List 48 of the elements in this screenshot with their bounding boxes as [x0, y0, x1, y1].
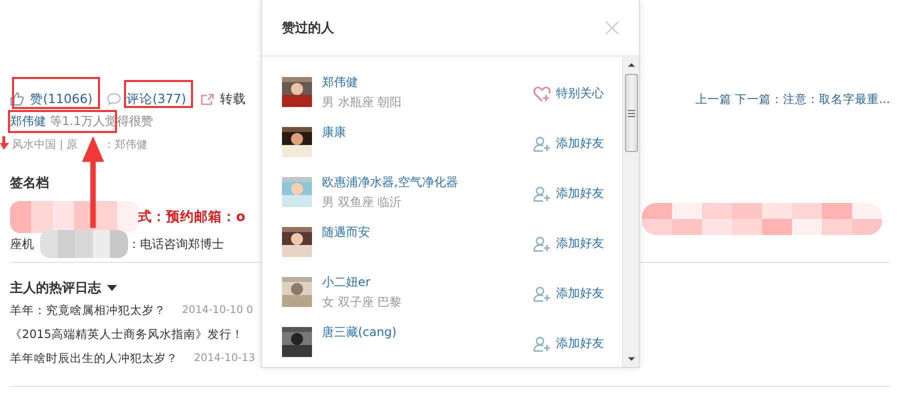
- speech-bubble-icon: [106, 92, 121, 106]
- signature-text: ：电话咨询郑博士: [128, 236, 224, 252]
- source-text: 风水中国 | 原: [11, 137, 78, 152]
- article-nav-link[interactable]: 上一篇 下一篇：注意：取名字最重...: [695, 92, 890, 106]
- post-link[interactable]: 《2015高端精英人士商务风水指南》发行！: [10, 326, 244, 342]
- comment-link[interactable]: 评论(377): [126, 90, 186, 108]
- user-name-link[interactable]: 小二妞er: [322, 274, 402, 291]
- add-friend-link[interactable]: 添加好友: [556, 185, 604, 202]
- heart-plus-icon: [533, 86, 551, 102]
- user-info: 女 双子座 巴黎: [322, 294, 402, 311]
- scroll-down-icon[interactable]: [628, 357, 634, 361]
- dropdown-caret-icon[interactable]: [107, 285, 117, 291]
- scrollbar[interactable]: [622, 57, 639, 367]
- user-name-link[interactable]: 康康: [322, 124, 346, 141]
- thumbs-up-icon: [10, 92, 24, 106]
- post-date: 2014-10-13: [194, 352, 256, 364]
- scroll-up-icon[interactable]: [628, 63, 634, 67]
- add-user-icon: [533, 236, 551, 252]
- user-name-link[interactable]: 唐三藏(cang): [322, 324, 397, 341]
- author-text: ：郑伟健: [104, 137, 148, 152]
- like-link[interactable]: 赞(11066): [30, 90, 93, 108]
- dialog-title: 赞过的人: [282, 20, 334, 36]
- user-info: 男 水瓶座 朝阳: [322, 94, 402, 111]
- signature-text: 式：预约邮箱：o: [138, 208, 246, 226]
- post-date: 2014-10-10 0: [182, 304, 254, 316]
- post-link[interactable]: 羊年：究竟啥属相冲犯太岁？: [10, 302, 166, 318]
- add-user-icon: [533, 186, 551, 202]
- signature-text: 座机: [10, 236, 34, 252]
- section-title: 主人的热评日志: [10, 280, 101, 297]
- user-name-link[interactable]: 随遇而安: [322, 224, 370, 241]
- user-link[interactable]: 郑伟健: [10, 113, 46, 130]
- share-link[interactable]: 转载: [220, 90, 246, 108]
- add-friend-link[interactable]: 添加好友: [556, 285, 604, 302]
- add-friend-link[interactable]: 添加好友: [556, 235, 604, 252]
- user-info: 男 双鱼座 临沂: [322, 194, 403, 211]
- user-name-link[interactable]: 欧惠浦净水器,空气净化器: [322, 174, 458, 191]
- add-user-icon: [533, 336, 551, 352]
- add-user-icon: [533, 136, 551, 152]
- share-icon: [200, 92, 214, 106]
- add-user-icon: [533, 286, 551, 302]
- post-link[interactable]: 羊年啥时辰出生的人冲犯太岁？: [10, 350, 178, 366]
- section-title: 签名档: [10, 175, 49, 193]
- arrow: [0, 134, 9, 152]
- highlight-rectangle: [124, 80, 193, 108]
- add-friend-link[interactable]: 添加好友: [556, 135, 604, 152]
- user-name-link[interactable]: 郑伟健: [322, 74, 402, 91]
- add-friend-link[interactable]: 添加好友: [556, 335, 604, 352]
- follow-link[interactable]: 特别关心: [556, 85, 604, 102]
